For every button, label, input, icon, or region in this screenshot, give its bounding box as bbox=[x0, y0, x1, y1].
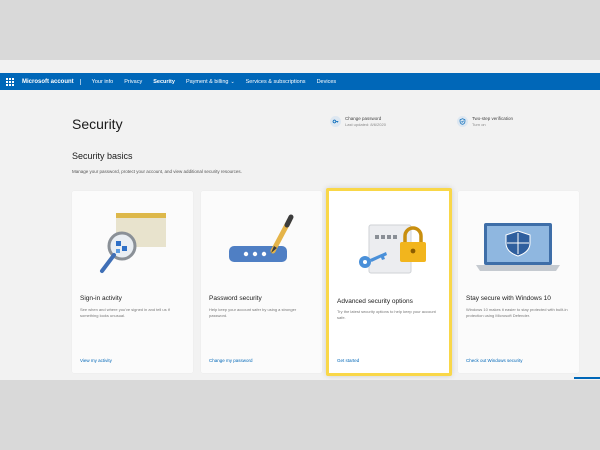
nav-item-services-subscriptions[interactable]: Services & subscriptions bbox=[246, 79, 306, 85]
two-step-subtitle: Turn on bbox=[472, 122, 486, 127]
card-title: Password security bbox=[209, 295, 262, 302]
section-title: Security basics bbox=[72, 151, 133, 161]
two-step-verification-link[interactable]: Two-step verification Turn on bbox=[457, 116, 513, 127]
change-my-password-link[interactable]: Change my password bbox=[209, 358, 253, 363]
card-title: Sign-in activity bbox=[80, 295, 122, 302]
top-nav-bar: Microsoft account Your info Privacy Secu… bbox=[0, 73, 600, 90]
card-description: Try the latest security options to help … bbox=[337, 309, 436, 320]
card-description: See when and where you've signed in and … bbox=[80, 307, 170, 318]
brand-name[interactable]: Microsoft account bbox=[22, 78, 81, 85]
card-title: Advanced security options bbox=[337, 298, 413, 305]
card-description: Windows 10 makes it easier to stay prote… bbox=[466, 307, 568, 318]
change-password-title: Change password bbox=[345, 116, 382, 121]
nav-item-devices[interactable]: Devices bbox=[317, 79, 337, 85]
nav-item-payment-label: Payment & billing bbox=[185, 78, 229, 85]
card-password-security[interactable]: Password security Help keep your account… bbox=[201, 191, 322, 373]
nav-item-payment-billing[interactable]: Payment & billing ⌄ bbox=[186, 79, 235, 85]
nav-item-your-info[interactable]: Your info bbox=[92, 79, 114, 85]
nav-item-security[interactable]: Security bbox=[153, 79, 175, 85]
chevron-down-icon: ⌄ bbox=[230, 78, 235, 85]
padlock-key-icon bbox=[329, 195, 449, 297]
shield-check-icon bbox=[457, 116, 468, 127]
change-password-link[interactable]: Change password Last updated: 8/6/2020 bbox=[330, 116, 386, 127]
app-launcher-icon[interactable] bbox=[6, 77, 16, 87]
card-sign-in-activity[interactable]: Sign-in activity See when and where you'… bbox=[72, 191, 193, 373]
check-out-windows-security-link[interactable]: Check out Windows security bbox=[466, 358, 523, 363]
nav-item-privacy[interactable]: Privacy bbox=[124, 79, 142, 85]
view-my-activity-link[interactable]: View my activity bbox=[80, 358, 112, 363]
key-icon bbox=[330, 116, 341, 127]
two-step-title: Two-step verification bbox=[472, 116, 514, 121]
page-title: Security bbox=[72, 116, 123, 132]
card-stay-secure-windows[interactable]: Stay secure with Windows 10 Windows 10 m… bbox=[458, 191, 579, 373]
get-started-link[interactable]: Get started bbox=[337, 358, 359, 363]
card-advanced-security-options[interactable]: Advanced security options Try the latest… bbox=[326, 188, 452, 376]
change-password-subtitle: Last updated: 8/6/2020 bbox=[345, 122, 386, 127]
section-description: Manage your password, protect your accou… bbox=[72, 169, 242, 174]
card-title: Stay secure with Windows 10 bbox=[466, 295, 551, 302]
card-description: Help keep your account safer by using a … bbox=[209, 307, 297, 318]
scroll-indicator bbox=[574, 377, 600, 379]
laptop-shield-icon bbox=[458, 191, 579, 293]
magnifier-icon bbox=[72, 191, 193, 293]
password-pen-icon bbox=[201, 191, 322, 293]
account-page: Microsoft account Your info Privacy Secu… bbox=[0, 60, 600, 380]
